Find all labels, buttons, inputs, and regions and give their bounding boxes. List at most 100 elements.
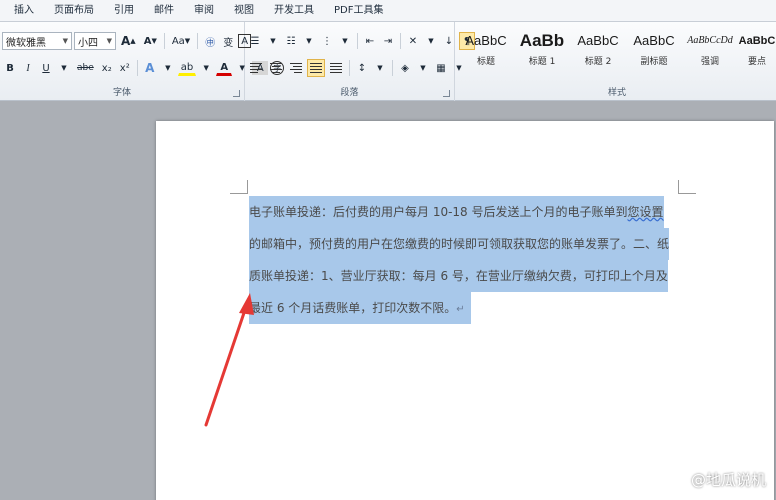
tab-insert[interactable]: 插入	[4, 0, 44, 22]
pinyin-button[interactable]: 变	[220, 32, 236, 50]
tab-pdf-tools[interactable]: PDF工具集	[324, 0, 393, 22]
font-name-value: 微软雅黑	[6, 37, 46, 49]
document-area[interactable]: 电子账单投递：后付费的用户每月 10-18 号后发送上个月的电子账单到您设置 的…	[0, 101, 776, 500]
separator	[392, 60, 393, 76]
paragraph-group: ☰ ▼ ☷ ▼ ⋮ ▼ ⇤ ⇥ ✕ ▼ ↓ ¶ ↕ ▼ ◈ ▼ ▦ ▼ 段落	[245, 22, 475, 101]
style-name: 要点	[747, 57, 766, 67]
text-effects-button[interactable]: A	[142, 59, 158, 77]
arrow-shaft	[204, 302, 249, 427]
phonetic-guide-button[interactable]: ㊥	[202, 32, 218, 50]
style-subtitle[interactable]: AaBbC 副标题	[626, 28, 682, 70]
underline-dropdown[interactable]: ▼	[56, 59, 72, 77]
arrow-head-icon	[239, 293, 254, 315]
separator	[163, 33, 165, 49]
multilevel-dropdown[interactable]: ▼	[337, 32, 353, 50]
tab-mailings[interactable]: 邮件	[144, 0, 184, 22]
distributed-button[interactable]	[327, 59, 345, 77]
style-heading-2[interactable]: AaBbC 标题 2	[570, 28, 626, 70]
align-center-button[interactable]	[267, 59, 285, 77]
sort-button[interactable]: ↓	[441, 32, 457, 50]
underline-button[interactable]: U	[38, 59, 54, 77]
subscript-button[interactable]: x₂	[99, 59, 115, 77]
italic-button[interactable]: I	[20, 59, 36, 77]
font-dialog-launcher-icon[interactable]	[233, 90, 240, 97]
style-sample: AaBbC	[738, 35, 776, 47]
style-sample: AaBbC	[577, 33, 619, 48]
style-name: 标题 2	[584, 57, 612, 67]
highlight-button[interactable]: ab	[177, 60, 197, 76]
shrink-font-icon: A	[143, 35, 152, 47]
chinese-layout-dropdown[interactable]: ▼	[423, 32, 439, 50]
chevron-down-icon: ▼	[106, 37, 112, 45]
bullets-button[interactable]: ☰	[247, 32, 263, 50]
separator	[400, 33, 401, 49]
tab-references[interactable]: 引用	[104, 0, 144, 22]
numbering-button[interactable]: ☷	[283, 32, 299, 50]
styles-group: AaBbC 标题 AaBb 标题 1 AaBbC 标题 2 AaBbC 副标题 …	[458, 22, 776, 101]
superscript-button[interactable]: x²	[117, 59, 133, 77]
font-name-combo[interactable]: 微软雅黑 ▼	[2, 32, 72, 50]
ribbon-tabs: 插入 页面布局 引用 邮件 审阅 视图 开发工具 PDF工具集	[0, 0, 776, 22]
increase-indent-button[interactable]: ⇥	[380, 32, 396, 50]
line-spacing-button[interactable]: ↕	[354, 59, 370, 77]
grow-font-button[interactable]: A ▲	[118, 32, 139, 50]
style-strong[interactable]: AaBbC 要点	[738, 28, 776, 70]
style-name: 标题	[476, 57, 495, 67]
change-case-icon: Aa	[171, 35, 185, 47]
chevron-down-icon: ▼	[62, 37, 68, 45]
ribbon: 微软雅黑 ▼ 小四 ▼ A ▲ A ▼ Aa ▼ ㊥ 变 A B I U ▼ abe x₂…	[0, 22, 776, 101]
tab-view[interactable]: 视图	[224, 0, 264, 22]
shrink-font-button[interactable]: A ▼	[141, 32, 160, 50]
font-size-combo[interactable]: 小四 ▼	[74, 32, 116, 50]
decrease-indent-button[interactable]: ⇤	[362, 32, 378, 50]
font-group-label: 字体	[112, 88, 131, 98]
align-left-icon	[250, 63, 262, 73]
numbering-dropdown[interactable]: ▼	[301, 32, 317, 50]
style-heading-1[interactable]: AaBb 标题 1	[514, 28, 570, 70]
align-left-button[interactable]	[247, 59, 265, 77]
bullets-dropdown[interactable]: ▼	[265, 32, 281, 50]
tab-review[interactable]: 审阅	[184, 0, 224, 22]
style-emphasis[interactable]: AaBbCcDd 强调	[682, 28, 738, 70]
style-name: 强调	[700, 57, 719, 67]
tab-page-layout[interactable]: 页面布局	[44, 0, 104, 22]
grow-font-icon: A	[121, 34, 131, 48]
chinese-layout-button[interactable]: ✕	[405, 32, 421, 50]
line-spacing-dropdown[interactable]: ▼	[372, 59, 388, 77]
style-name: 副标题	[640, 57, 668, 67]
align-center-icon	[270, 63, 282, 73]
tab-developer[interactable]: 开发工具	[264, 0, 324, 22]
justify-button[interactable]	[307, 59, 325, 77]
strikethrough-button[interactable]: abe	[74, 59, 97, 77]
paragraph-group-label: 段落	[340, 88, 359, 98]
styles-group-label: 样式	[607, 88, 626, 98]
align-right-button[interactable]	[287, 59, 305, 77]
justify-icon	[310, 63, 322, 73]
style-name: 标题 1	[528, 57, 556, 67]
style-sample: AaBbC	[633, 33, 675, 48]
separator	[349, 60, 350, 76]
separator	[136, 60, 138, 76]
font-group: 微软雅黑 ▼ 小四 ▼ A ▲ A ▼ Aa ▼ ㊥ 变 A B I U ▼ abe x₂…	[0, 22, 285, 101]
borders-button[interactable]: ▦	[433, 59, 449, 77]
style-sample: AaBb	[519, 31, 565, 50]
align-right-icon	[290, 63, 302, 73]
text-effects-dropdown[interactable]: ▼	[160, 59, 176, 77]
separator	[357, 33, 358, 49]
watermark: @地瓜说机	[690, 471, 766, 489]
style-sample: AaBbCcDd	[687, 35, 733, 46]
shading-dropdown[interactable]: ▼	[415, 59, 431, 77]
shading-button[interactable]: ◈	[397, 59, 413, 77]
font-size-value: 小四	[78, 37, 98, 49]
paragraph-dialog-launcher-icon[interactable]	[443, 90, 450, 97]
style-title[interactable]: AaBbC 标题	[458, 28, 514, 70]
highlight-dropdown[interactable]: ▼	[198, 59, 214, 77]
separator	[197, 33, 199, 49]
style-sample: AaBbC	[465, 33, 507, 48]
red-arrow-annotation	[204, 293, 254, 427]
bold-button[interactable]: B	[2, 59, 18, 77]
multilevel-list-button[interactable]: ⋮	[319, 32, 335, 50]
distributed-icon	[330, 63, 342, 73]
change-case-button[interactable]: Aa ▼	[169, 32, 193, 50]
font-color-button[interactable]: A	[216, 60, 233, 76]
